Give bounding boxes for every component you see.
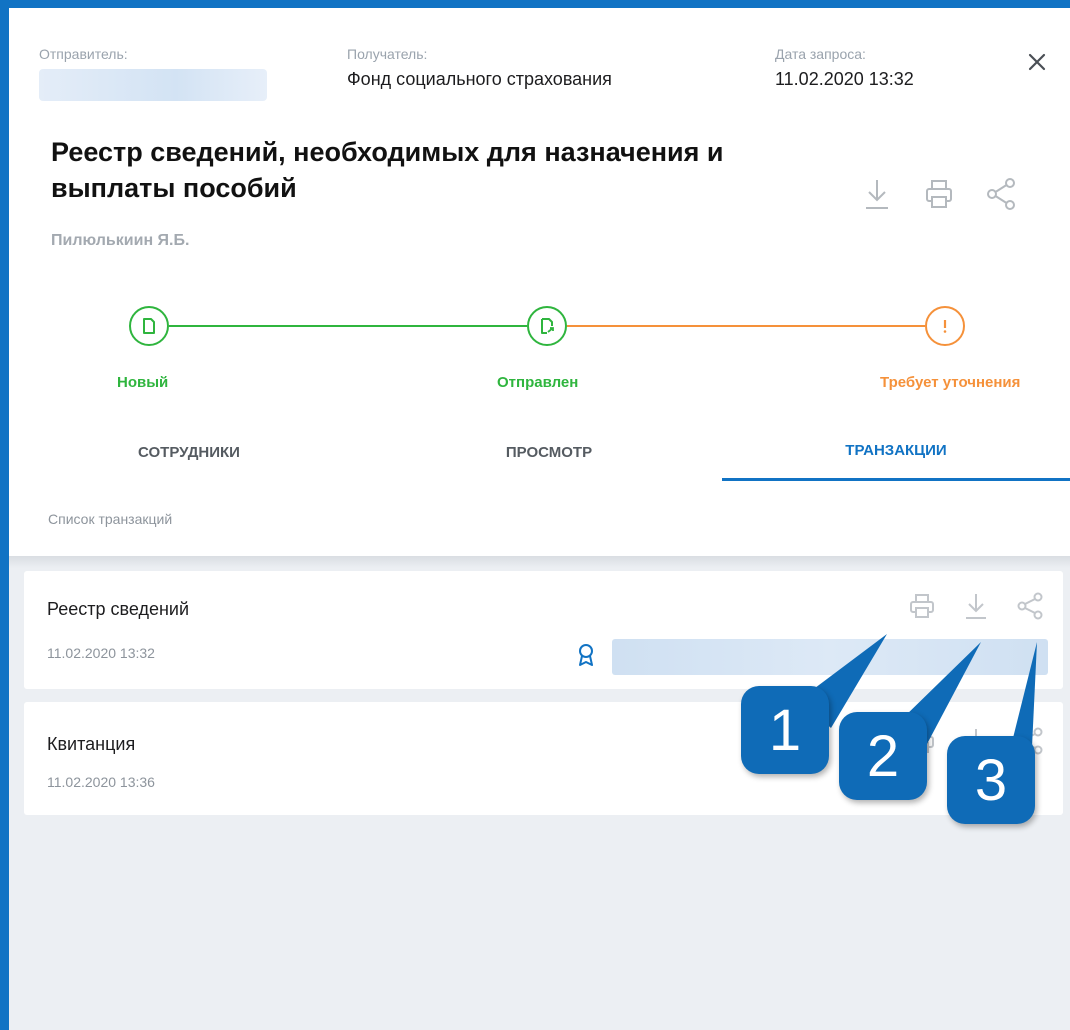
callout-badge-1: 1 [741, 686, 829, 774]
callout-badge-3: 3 [947, 736, 1035, 824]
callout-badge-2: 2 [839, 712, 927, 800]
callout-pointers [799, 634, 1037, 768]
document-dialog: Отправитель: Получатель: Фонд социальног… [0, 0, 1070, 1030]
